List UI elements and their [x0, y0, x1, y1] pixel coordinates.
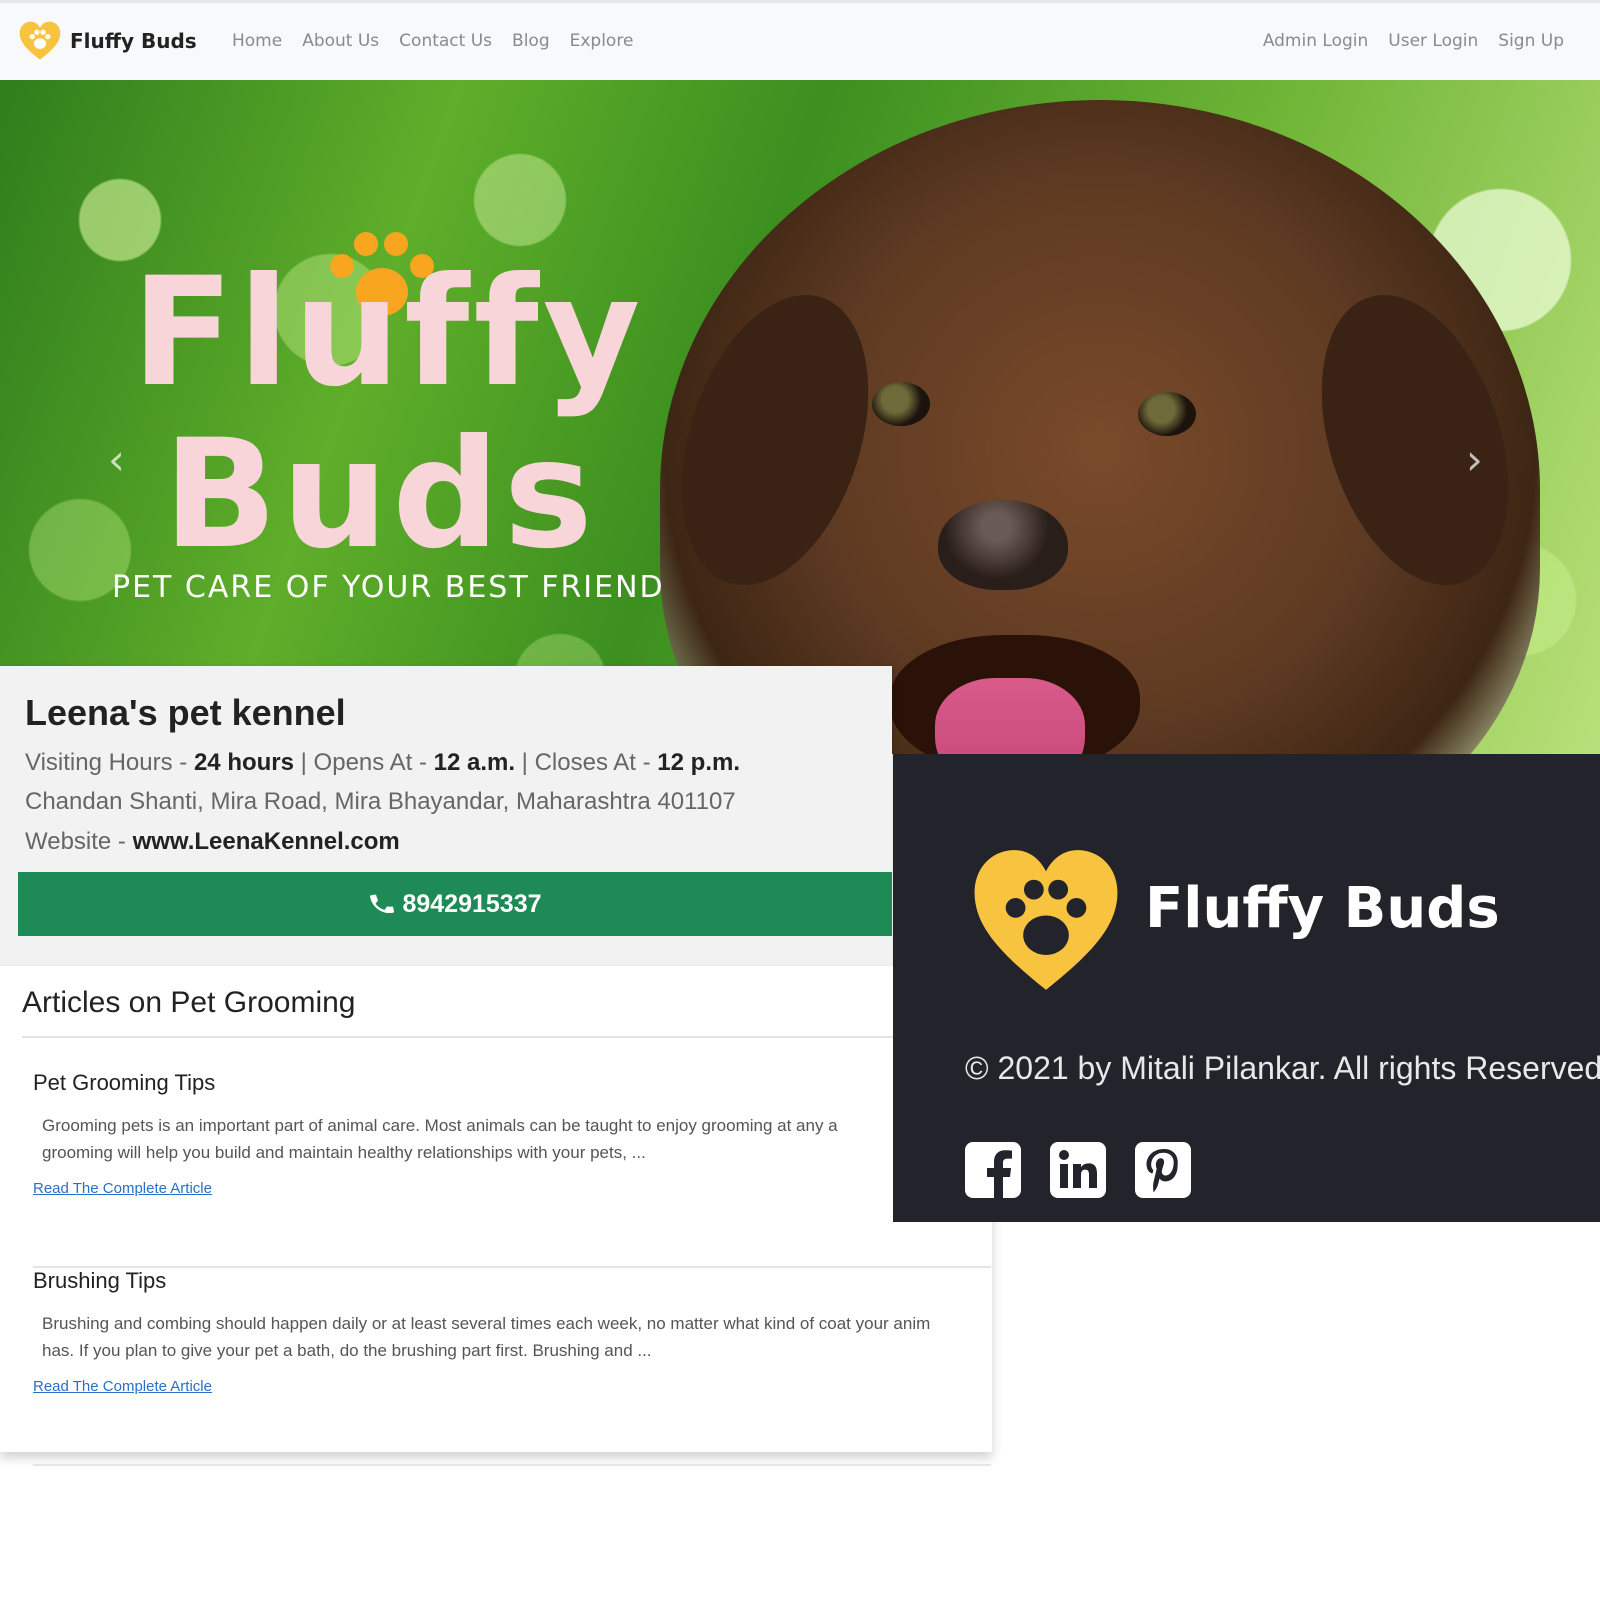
hero-title-line1: Fluffy [131, 246, 645, 420]
read-article-link[interactable]: Read The Complete Article [33, 1378, 212, 1395]
footer-brand-name: Fluffy Buds [1145, 876, 1500, 941]
article-excerpt: Brushing and combing should happen daily… [42, 1310, 991, 1364]
article-title: Pet Grooming Tips [33, 1070, 216, 1095]
chevron-right-icon[interactable]: › [1466, 435, 1483, 484]
kennel-name: Leena's pet kennel [25, 692, 346, 733]
closes-at-value: 12 p.m. [657, 749, 740, 776]
phone-icon [370, 894, 395, 914]
article-excerpt-line: Grooming pets is an important part of an… [42, 1116, 838, 1135]
chevron-left-icon[interactable]: ‹ [108, 435, 125, 484]
article-excerpt-line: Brushing and combing should happen daily… [42, 1314, 931, 1333]
linkedin-icon[interactable] [1048, 1140, 1108, 1200]
puppy-tongue [935, 678, 1085, 754]
article-excerpt-line: has. If you plan to give your pet a bath… [42, 1341, 652, 1360]
paw-heart-logo-icon [19, 21, 61, 60]
brand-name: Fluffy Buds [70, 29, 197, 53]
article-item: Brushing Tips Brushing and combing shoul… [33, 1268, 991, 1466]
website-label: Website - [25, 828, 133, 855]
navbar: Fluffy Buds Home About Us Contact Us Blo… [0, 0, 1600, 80]
paw-heart-logo-icon [974, 850, 1118, 990]
opens-at-value: 12 a.m. [433, 749, 516, 776]
phone-number: 8942915337 [402, 889, 542, 918]
nav-sign-up[interactable]: Sign Up [1498, 31, 1564, 51]
visiting-hours-value: 24 hours [193, 749, 294, 776]
puppy-nose [938, 500, 1068, 590]
kennel-address: Chandan Shanti, Mira Road, Mira Bhayanda… [25, 788, 736, 815]
nav-admin-login[interactable]: Admin Login [1263, 31, 1368, 51]
pinterest-icon[interactable] [1133, 1140, 1193, 1200]
facebook-icon[interactable] [963, 1140, 1023, 1200]
nav-blog[interactable]: Blog [512, 31, 550, 51]
article-item: Pet Grooming Tips Grooming pets is an im… [33, 1070, 991, 1268]
hero-tagline: PET CARE OF YOUR BEST FRIEND [112, 570, 665, 605]
kennel-website: Website - www.LeenaKennel.com [25, 828, 400, 856]
call-button[interactable]: 8942915337 [18, 872, 892, 936]
articles-heading: Articles on Pet Grooming [22, 986, 356, 1019]
articles-section: Articles on Pet Grooming Pet Grooming Ti… [0, 966, 992, 1466]
divider [22, 1036, 902, 1038]
article-title: Brushing Tips [33, 1268, 167, 1293]
kennel-hours: Visiting Hours - 24 hours | Opens At - 1… [25, 749, 740, 777]
footer: Fluffy Buds © 2021 by Mitali Pilankar. A… [893, 754, 1600, 1222]
main-nav: Home About Us Contact Us Blog Explore [232, 31, 653, 51]
kennel-card: Leena's pet kennel Visiting Hours - 24 h… [0, 666, 892, 966]
auth-nav: Admin Login User Login Sign Up [1263, 31, 1564, 51]
navbar-brand[interactable]: Fluffy Buds [18, 19, 197, 63]
visiting-hours-label: Visiting Hours - [25, 749, 194, 776]
read-article-link[interactable]: Read The Complete Article [33, 1180, 212, 1197]
nav-user-login[interactable]: User Login [1388, 31, 1478, 51]
article-excerpt-line: grooming will help you build and maintai… [42, 1143, 646, 1162]
opens-at-label: | Opens At - [293, 749, 434, 776]
article-excerpt: Grooming pets is an important part of an… [42, 1112, 991, 1166]
hero-carousel: Fluffy Buds PET CARE OF YOUR BEST FRIEND… [0, 80, 1600, 754]
nav-contact-us[interactable]: Contact Us [399, 31, 492, 51]
nav-about-us[interactable]: About Us [302, 31, 379, 51]
nav-home[interactable]: Home [232, 31, 282, 51]
puppy-eye [872, 382, 930, 426]
closes-at-label: | Closes At - [515, 749, 658, 776]
website-link[interactable]: www.LeenaKennel.com [133, 828, 400, 855]
puppy-eye [1138, 392, 1196, 436]
nav-explore[interactable]: Explore [570, 31, 634, 51]
copyright-text: © 2021 by Mitali Pilankar. All rights Re… [965, 1050, 1600, 1086]
